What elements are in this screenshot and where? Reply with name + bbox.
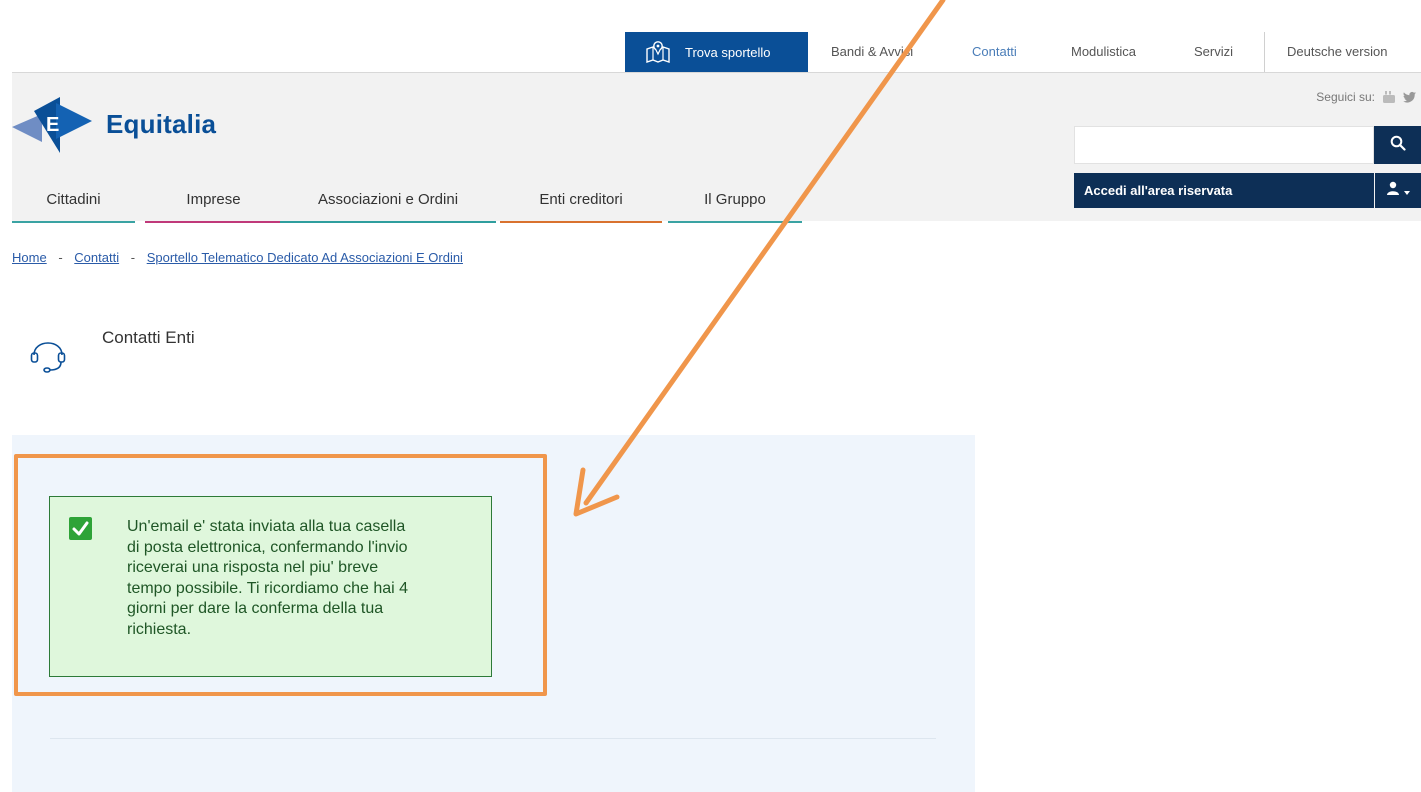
seguici-label: Seguici su: <box>1316 90 1375 104</box>
nav-item-imprese[interactable]: Imprese <box>145 179 282 223</box>
annotation-highlight-box <box>14 454 547 696</box>
breadcrumb-separator: - <box>130 250 136 265</box>
panel-divider <box>50 738 936 739</box>
user-menu-toggle[interactable] <box>1375 173 1421 208</box>
nav-label-imprese: Imprese <box>186 191 241 208</box>
chevron-down-icon <box>1404 182 1410 200</box>
breadcrumb-sportello[interactable]: Sportello Telematico Dedicato Ad Associa… <box>147 250 463 265</box>
nav-underline <box>145 221 282 223</box>
nav-label-cittadini: Cittadini <box>46 191 101 208</box>
area-riservata-link[interactable]: Accedi all'area riservata <box>1074 173 1374 208</box>
trova-sportello-button[interactable]: Trova sportello <box>625 32 808 72</box>
nav-label-associazioni-ordini: Associazioni e Ordini <box>317 191 459 208</box>
nav-label-il-gruppo: Il Gruppo <box>704 191 766 208</box>
headset-icon <box>30 331 74 377</box>
nav-underline <box>12 221 135 223</box>
search-input[interactable] <box>1074 126 1374 164</box>
topbar-divider <box>1264 32 1265 72</box>
nav-underline <box>500 221 662 223</box>
nav-item-associazioni-ordini[interactable]: Associazioni e Ordini <box>280 179 496 223</box>
nav-item-cittadini[interactable]: Cittadini <box>12 179 135 223</box>
toplink-modulistica[interactable]: Modulistica <box>1071 32 1136 72</box>
youtube-icon[interactable] <box>1382 90 1396 104</box>
map-icon <box>645 40 671 64</box>
search-button[interactable] <box>1374 126 1421 164</box>
nav-item-il-gruppo[interactable]: Il Gruppo <box>668 179 802 223</box>
breadcrumb-separator: - <box>58 250 63 265</box>
twitter-icon[interactable] <box>1403 90 1417 104</box>
breadcrumb-contatti[interactable]: Contatti <box>74 250 119 265</box>
brand-name: Equitalia <box>106 109 217 139</box>
search-icon <box>1390 135 1406 156</box>
top-utility-bar: Trova sportello Bandi & Avvisi Contatti … <box>0 0 1421 72</box>
breadcrumb-home[interactable]: Home <box>12 250 47 265</box>
user-icon <box>1386 181 1400 200</box>
nav-underline <box>668 221 802 223</box>
social-links: Seguici su: <box>1316 90 1417 104</box>
toplink-bandi-avvisi[interactable]: Bandi & Avvisi <box>831 32 913 72</box>
toplink-servizi[interactable]: Servizi <box>1194 32 1233 72</box>
site-header: E Equitalia Seguici su: Accedi all'area <box>12 73 1421 223</box>
breadcrumb: Home - Contatti - Sportello Telematico D… <box>12 250 463 265</box>
nav-label-enti-creditori: Enti creditori <box>539 191 623 208</box>
equitalia-logo[interactable]: E <box>12 93 107 153</box>
nav-item-enti-creditori[interactable]: Enti creditori <box>500 179 662 223</box>
trova-sportello-label: Trova sportello <box>685 44 771 60</box>
toplink-deutsche-version[interactable]: Deutsche version <box>1287 32 1387 72</box>
page-title: Contatti Enti <box>102 328 195 347</box>
nav-underline <box>280 221 496 223</box>
svg-text:E: E <box>46 114 59 136</box>
toplink-contatti[interactable]: Contatti <box>972 32 1017 72</box>
